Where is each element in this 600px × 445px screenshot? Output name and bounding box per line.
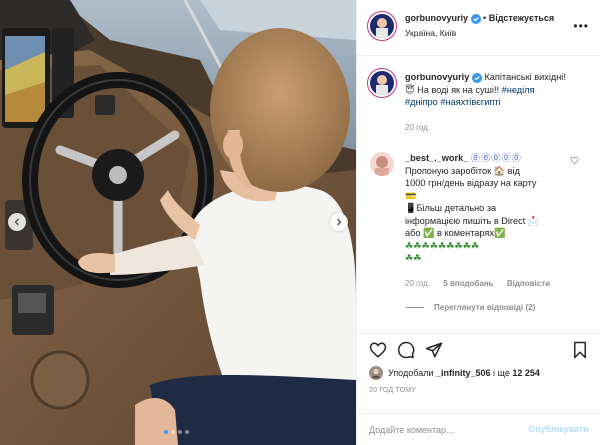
author-line: gorbunovyuriy • Відстежується bbox=[405, 13, 554, 24]
commenter-avatar[interactable] bbox=[370, 152, 394, 176]
carousel-dot bbox=[185, 430, 189, 434]
smile-emoji-icon: 😇 bbox=[405, 84, 415, 95]
caption-line-1: Капітанські вихідні! bbox=[484, 72, 566, 82]
next-slide-button[interactable] bbox=[330, 213, 348, 231]
caption-line-2: На воді як на суші!! bbox=[417, 84, 500, 95]
likes-middle: і ще bbox=[493, 368, 510, 378]
post-photo bbox=[0, 0, 356, 445]
username-decor: ⓪⓪⓪⓪⓪ bbox=[470, 153, 522, 163]
commenter-username[interactable]: _best_._work_ bbox=[405, 153, 468, 163]
add-comment-input[interactable] bbox=[369, 422, 519, 438]
likes-prefix: Уподобали bbox=[388, 368, 434, 378]
avatar-image bbox=[370, 152, 394, 176]
carousel-indicator bbox=[164, 430, 189, 434]
caption-username[interactable]: gorbunovyuriy bbox=[405, 72, 469, 82]
chevron-right-icon bbox=[337, 218, 342, 226]
carousel-dot bbox=[171, 430, 175, 434]
view-replies-button[interactable]: Переглянути відповіді (2) bbox=[406, 303, 535, 312]
verified-badge-icon bbox=[470, 13, 481, 24]
author-avatar[interactable] bbox=[370, 14, 394, 38]
hashtag[interactable]: #неділя bbox=[502, 85, 535, 95]
following-button[interactable]: Відстежується bbox=[489, 13, 554, 23]
clover-emoji-row: ☘☘ bbox=[405, 253, 422, 263]
comment-icon[interactable] bbox=[397, 341, 415, 359]
reply-button[interactable]: Відповісти bbox=[507, 279, 550, 288]
avatar-image bbox=[370, 14, 394, 38]
instagram-post-view: gorbunovyuriy • Відстежується Україна, К… bbox=[0, 0, 600, 445]
previous-slide-button[interactable] bbox=[8, 213, 26, 231]
clover-emoji-row: ☘☘☘☘☘☘☘☘☘ bbox=[405, 240, 480, 251]
comment-time[interactable]: 20 год. bbox=[405, 279, 430, 288]
comment-line: 1000 грн/день відразу на карту bbox=[405, 178, 537, 188]
liker-avatar[interactable] bbox=[369, 366, 383, 380]
comment-likes[interactable]: 5 вподобань bbox=[443, 279, 493, 288]
separator-dot: • bbox=[483, 13, 487, 23]
carousel-dot bbox=[164, 430, 168, 434]
post-side-panel: gorbunovyuriy • Відстежується Україна, К… bbox=[356, 0, 600, 445]
avatar-image bbox=[370, 71, 394, 95]
post-date[interactable]: 20 ГОД ТОМУ bbox=[369, 387, 416, 394]
comment-line: інформацією пишіть в Direct 📩 bbox=[405, 215, 540, 226]
author-username[interactable]: gorbunovyuriy bbox=[405, 13, 468, 23]
publish-button[interactable]: Опублікувати bbox=[528, 424, 589, 434]
hashtag[interactable]: #наяхтівєгипті bbox=[440, 97, 500, 107]
liker-username[interactable]: _infinity_506 bbox=[436, 368, 491, 378]
add-comment-bar: Опублікувати bbox=[357, 413, 600, 445]
caption-time[interactable]: 20 год. bbox=[405, 123, 430, 132]
post-header: gorbunovyuriy • Відстежується Україна, К… bbox=[357, 0, 600, 56]
post-media[interactable] bbox=[0, 0, 356, 445]
replies-divider bbox=[406, 307, 424, 309]
hashtag[interactable]: #дніпро bbox=[405, 97, 438, 107]
heart-icon[interactable] bbox=[369, 341, 387, 359]
chevron-left-icon bbox=[14, 218, 19, 226]
comment-meta: 20 год. 5 вподобань Відповісти bbox=[405, 279, 561, 288]
comment-line: Пропоную заробіток 🏠 від bbox=[405, 165, 520, 176]
carousel-dot bbox=[178, 430, 182, 434]
comment-line: 📱Більш детально за bbox=[405, 203, 497, 213]
caption-text: gorbunovyuriy Капітанські вихідні! 😇 На … bbox=[405, 71, 593, 109]
post-actions: Уподобали _infinity_506 і ще 12 254 20 Г… bbox=[357, 333, 600, 413]
more-options-icon[interactable]: ••• bbox=[573, 19, 589, 33]
paper-plane-icon[interactable] bbox=[425, 341, 443, 359]
view-replies-label: Переглянути відповіді (2) bbox=[434, 303, 536, 312]
verified-badge-icon bbox=[471, 72, 482, 83]
card-emoji-icon: 💳 bbox=[405, 190, 417, 201]
comments-section: gorbunovyuriy Капітанські вихідні! 😇 На … bbox=[357, 57, 600, 333]
comment-text: _best_._work_ ⓪⓪⓪⓪⓪ Пропоную заробіток 🏠… bbox=[405, 152, 575, 265]
post-location[interactable]: Україна, Київ bbox=[405, 28, 456, 38]
comment-like-heart-icon[interactable] bbox=[570, 156, 579, 165]
likes-summary: Уподобали _infinity_506 і ще 12 254 bbox=[369, 366, 540, 380]
comment-line: або ✅ в коментарях✅ bbox=[405, 228, 506, 238]
caption-avatar[interactable] bbox=[370, 71, 394, 95]
likes-count[interactable]: 12 254 bbox=[512, 368, 540, 378]
bookmark-icon[interactable] bbox=[571, 341, 589, 359]
